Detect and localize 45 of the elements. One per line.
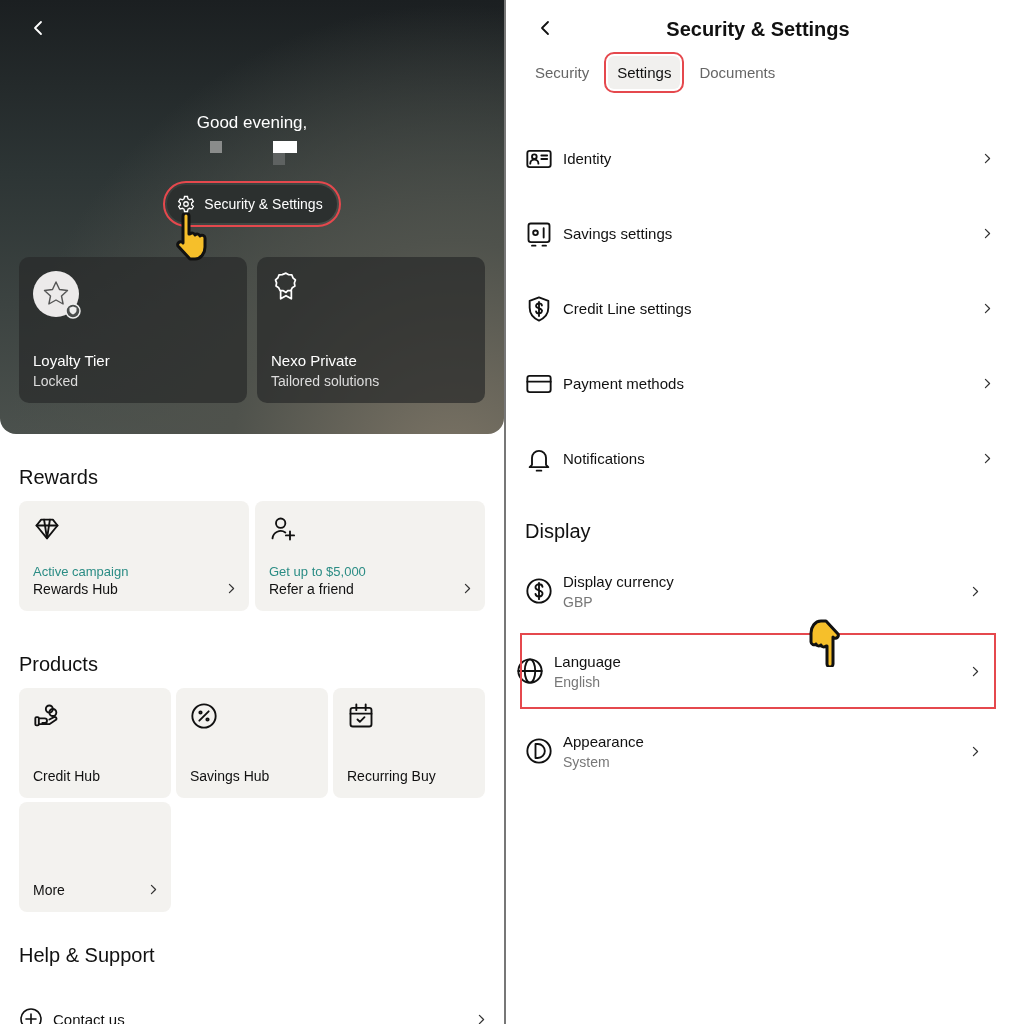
settings-row[interactable]: Notifications: [506, 421, 1010, 496]
card-subtitle: Locked: [33, 373, 80, 389]
product-card[interactable]: More: [19, 802, 171, 912]
row-label: Payment methods: [563, 375, 684, 392]
section-heading: Help & Support: [19, 944, 156, 967]
product-card[interactable]: Credit Hub: [19, 688, 171, 798]
card-title: Refer a friend: [269, 581, 354, 597]
row-label: Language: [554, 652, 621, 670]
card-title: Rewards Hub: [33, 581, 118, 597]
feature-card[interactable]: Nexo Private Tailored solutions: [257, 257, 485, 403]
reward-card[interactable]: Active campaign Rewards Hub: [19, 501, 249, 611]
card-title: Loyalty Tier: [33, 352, 111, 369]
card-title: Nexo Private: [271, 352, 358, 369]
product-card[interactable]: Recurring Buy: [333, 688, 485, 798]
row-value: System: [563, 753, 611, 770]
card-title: Recurring Buy: [347, 768, 436, 784]
row-label: Display currency: [563, 572, 674, 590]
settings-row[interactable]: Payment methods: [506, 346, 1010, 421]
row-value: GBP: [563, 593, 594, 610]
support-item[interactable]: Contact us: [53, 1010, 125, 1024]
tab[interactable]: Security: [526, 56, 599, 89]
row-label: Notifications: [563, 450, 645, 467]
settings-row[interactable]: Savings settings: [506, 196, 1010, 271]
feature-card[interactable]: Loyalty Tier Locked: [19, 257, 247, 403]
row-label: Appearance: [563, 732, 644, 750]
reward-card[interactable]: Get up to $5,000 Refer a friend: [255, 501, 485, 611]
row-value: English: [554, 673, 601, 690]
card-tagline: Active campaign: [33, 564, 130, 579]
row-label: Identity: [563, 150, 612, 167]
screen-title: Security & Settings: [666, 17, 850, 41]
row-label: Credit Line settings: [563, 300, 692, 317]
section-heading: Products: [19, 653, 99, 676]
settings-row[interactable]: Credit Line settings: [506, 271, 1010, 346]
card-tagline: Get up to $5,000: [269, 564, 367, 579]
row-label: Savings settings: [563, 225, 673, 242]
greeting: Good evening,: [196, 113, 308, 133]
card-subtitle: Tailored solutions: [271, 373, 381, 389]
card-title: More: [33, 882, 65, 898]
card-title: Savings Hub: [190, 768, 270, 784]
card-title: Credit Hub: [33, 768, 100, 784]
settings-row[interactable]: Identity: [506, 121, 1010, 196]
product-card[interactable]: Savings Hub: [176, 688, 328, 798]
section-heading: Rewards: [19, 466, 99, 489]
section-heading: Display: [524, 519, 592, 544]
tab[interactable]: Documents: [690, 56, 785, 89]
